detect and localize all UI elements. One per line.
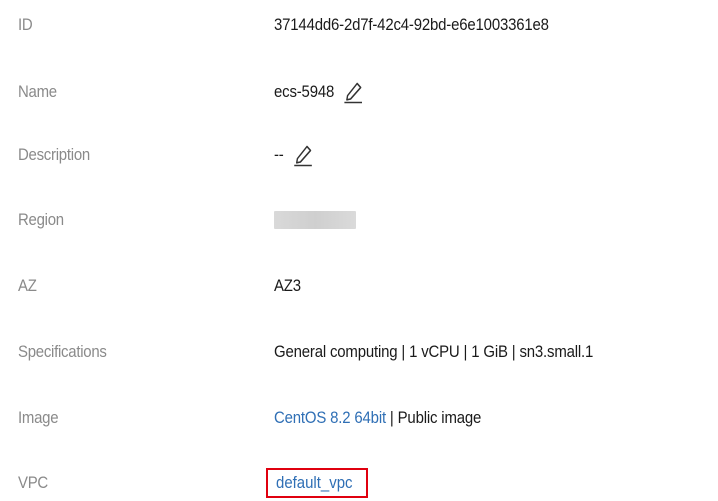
row-vpc: VPC default_vpc bbox=[0, 465, 718, 501]
image-label: Image bbox=[18, 408, 59, 427]
vpc-link[interactable]: default_vpc bbox=[276, 473, 353, 493]
edit-pencil-icon[interactable] bbox=[343, 80, 364, 104]
image-type: | Public image bbox=[385, 408, 482, 427]
region-label: Region bbox=[18, 210, 64, 229]
image-value-group: CentOS 8.2 64bit | Public image bbox=[274, 408, 481, 428]
name-label: Name bbox=[18, 82, 57, 101]
row-az: AZ AZ3 bbox=[0, 268, 718, 304]
row-description: Description -- bbox=[0, 137, 718, 173]
name-value: ecs-5948 bbox=[274, 82, 335, 101]
row-id: ID 37144dd6-2d7f-42c4-92bd-e6e1003361e8 bbox=[0, 7, 718, 43]
edit-pencil-icon[interactable] bbox=[292, 143, 313, 167]
id-label: ID bbox=[18, 15, 33, 34]
specifications-value: General computing | 1 vCPU | 1 GiB | sn3… bbox=[274, 342, 594, 361]
vpc-highlight-box: default_vpc bbox=[266, 468, 368, 498]
az-label: AZ bbox=[18, 276, 37, 295]
description-label: Description bbox=[18, 145, 90, 164]
row-image: Image CentOS 8.2 64bit | Public image bbox=[0, 400, 718, 436]
id-value: 37144dd6-2d7f-42c4-92bd-e6e1003361e8 bbox=[274, 15, 549, 34]
image-link[interactable]: CentOS 8.2 64bit bbox=[274, 408, 386, 428]
az-value: AZ3 bbox=[274, 276, 301, 295]
description-value: -- bbox=[274, 145, 284, 164]
row-region: Region bbox=[0, 202, 718, 238]
row-specifications: Specifications General computing | 1 vCP… bbox=[0, 334, 718, 370]
row-name: Name ecs-5948 bbox=[0, 74, 718, 110]
name-value-group: ecs-5948 bbox=[274, 80, 364, 104]
specifications-label: Specifications bbox=[18, 342, 107, 361]
description-value-group: -- bbox=[274, 143, 314, 167]
region-value-redacted bbox=[274, 211, 356, 229]
vpc-label: VPC bbox=[18, 473, 48, 492]
